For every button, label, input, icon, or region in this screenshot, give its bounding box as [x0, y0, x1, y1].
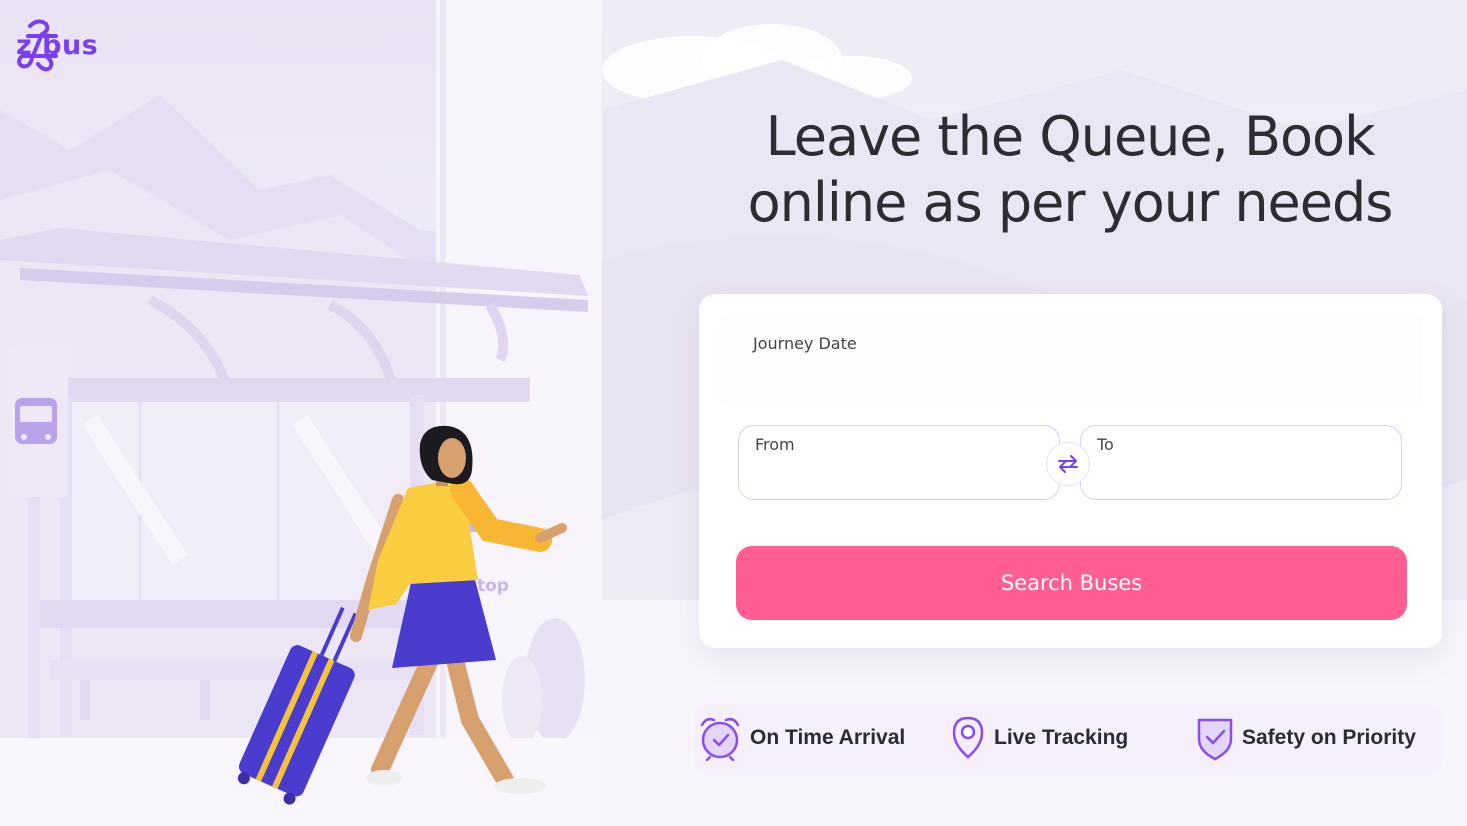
page-headline: Leave the Queue, Book online as per your…: [700, 104, 1440, 236]
hero-illustration: top z bus: [0, 0, 602, 826]
location-pin-icon: [952, 716, 984, 759]
feature-live-tracking: Live Tracking: [950, 702, 1128, 774]
features-strip: On Time Arrival Live Tracking Safety on …: [694, 702, 1444, 774]
from-field[interactable]: From: [738, 425, 1060, 500]
feature-label: Safety on Priority: [1242, 726, 1416, 749]
feature-label: On Time Arrival: [750, 726, 906, 749]
journey-date-label: Journey Date: [753, 334, 857, 353]
swap-locations-button[interactable]: [1046, 442, 1090, 486]
headline-line-1: Leave the Queue, Book: [765, 105, 1376, 168]
headline-line-2: online as per your needs: [747, 171, 1394, 234]
bus-stop-illustration: top: [0, 0, 602, 826]
to-field[interactable]: To: [1080, 425, 1402, 500]
to-label: To: [1097, 435, 1114, 454]
alarm-clock-icon: [700, 717, 740, 761]
brand-logo[interactable]: z bus: [16, 18, 98, 72]
feature-safety-on-priority: Safety on Priority: [1196, 702, 1416, 774]
journey-date-field[interactable]: Journey Date: [719, 314, 1422, 408]
feature-label: Live Tracking: [994, 726, 1129, 749]
swap-arrows-icon: [1058, 455, 1078, 473]
from-label: From: [755, 435, 795, 454]
search-buses-button[interactable]: Search Buses: [736, 546, 1407, 620]
sign-text: top: [477, 576, 509, 596]
booking-card: Journey Date From To Search Buses: [699, 294, 1442, 648]
z-bus-logo-icon: [17, 19, 58, 72]
shield-check-icon: [1197, 718, 1233, 761]
feature-on-time-arrival: On Time Arrival: [698, 702, 905, 774]
